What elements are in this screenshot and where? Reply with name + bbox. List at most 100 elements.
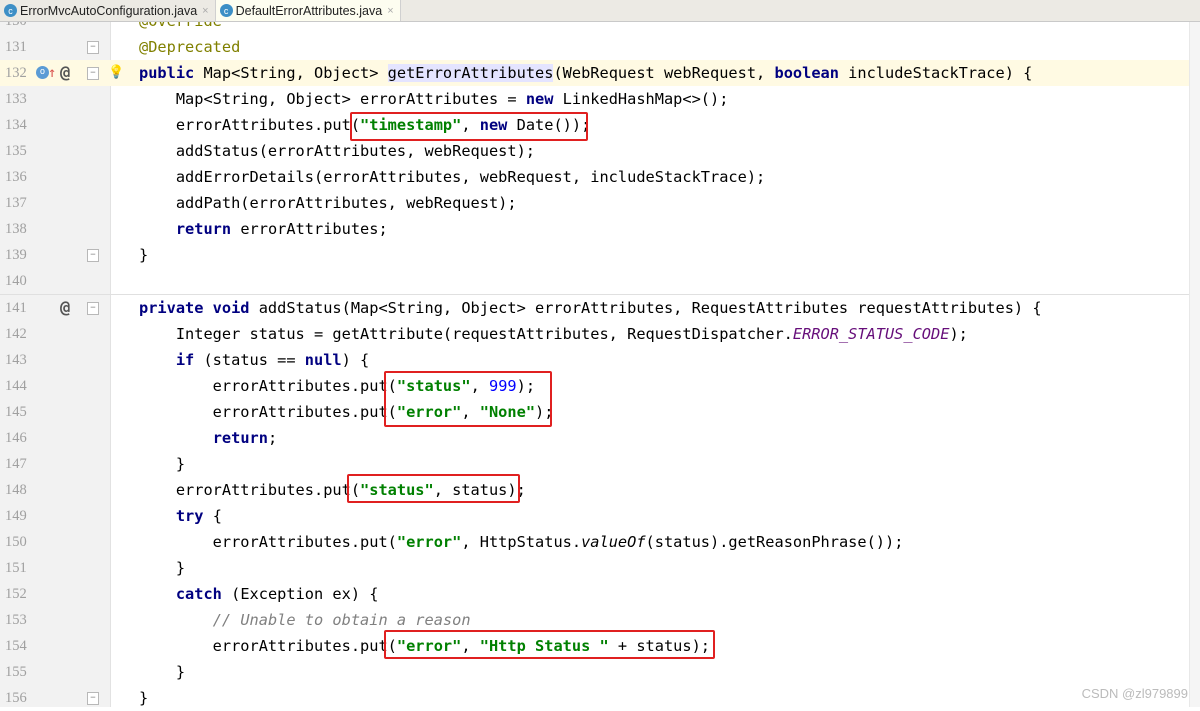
fold-icon[interactable]: − (87, 249, 99, 262)
highlight-box-status-error-none (384, 371, 552, 427)
code-line[interactable]: 138 return errorAttributes; (0, 216, 1200, 242)
code-text: if (status == null) { (139, 347, 369, 373)
highlight-box-status (347, 474, 520, 503)
vertical-scrollbar[interactable] (1189, 22, 1200, 707)
code-token: private void (139, 299, 250, 317)
line-number: 150 (5, 534, 27, 550)
code-token: ERROR_STATUS_CODE (792, 325, 950, 343)
line-number: 142 (5, 326, 27, 342)
code-line[interactable]: 142 Integer status = getAttribute(reques… (0, 321, 1200, 347)
code-line[interactable]: 145 errorAttributes.put("error", "None")… (0, 399, 1200, 425)
line-number: 156 (5, 690, 27, 706)
code-token: ; (267, 429, 278, 447)
fold-icon[interactable]: − (87, 302, 99, 315)
annotation-icon[interactable]: @ (60, 295, 70, 321)
code-line[interactable]: 152 catch (Exception ex) { (0, 581, 1200, 607)
code-text: catch (Exception ex) { (139, 581, 379, 607)
code-line[interactable]: 149 try { (0, 503, 1200, 529)
annotation-icon[interactable]: @ (60, 60, 70, 86)
code-line[interactable]: 139 −} (0, 242, 1200, 268)
class-icon: c (4, 4, 17, 17)
code-token: } (139, 663, 186, 681)
line-number: 151 (5, 560, 27, 576)
code-token: getErrorAttributes (387, 64, 554, 82)
code-token: errorAttributes.put( (139, 637, 397, 655)
code-editor[interactable]: 130@Override131−@Deprecated132o↑@💡−publi… (0, 8, 1200, 711)
code-line[interactable]: 134 errorAttributes.put("timestamp", new… (0, 112, 1200, 138)
code-token: errorAttributes.put( (139, 533, 397, 551)
line-number: 134 (5, 117, 27, 133)
code-text: public Map<String, Object> getErrorAttri… (139, 60, 1032, 86)
lightbulb-icon[interactable]: 💡 (108, 60, 124, 86)
code-text: } (139, 659, 185, 685)
code-line[interactable]: 156 −} (0, 685, 1200, 711)
code-token: catch (175, 585, 222, 603)
fold-icon[interactable]: − (87, 692, 99, 705)
code-text: } (139, 242, 148, 268)
code-text: return errorAttributes; (139, 216, 388, 242)
fold-icon[interactable]: − (87, 67, 99, 80)
code-line[interactable]: 131 − @Deprecated (0, 34, 1200, 60)
code-token: ); (949, 325, 968, 343)
code-line[interactable]: 132 o ↑ @ 💡 − public Map<String, Object> getEr… (0, 60, 1200, 86)
code-line[interactable]: 144 errorAttributes.put("status", 999); (0, 373, 1200, 399)
code-token: Integer status = getAttribute(requestAtt… (139, 325, 793, 343)
fold-icon[interactable]: − (87, 41, 99, 54)
line-number: 137 (5, 195, 27, 211)
code-text: addStatus(errorAttributes, webRequest); (139, 138, 535, 164)
code-line[interactable]: 141 @ − private void addStatus(Map<String, … (0, 295, 1200, 321)
code-text: } (139, 685, 148, 711)
code-text: private void addStatus(Map<String, Objec… (139, 295, 1042, 321)
code-text: Integer status = getAttribute(requestAtt… (139, 321, 968, 347)
code-token: boolean (774, 64, 839, 82)
editor-tabs: c ErrorMvcAutoConfiguration.java × c Def… (0, 0, 1200, 22)
code-line[interactable]: 136 addErrorDetails(errorAttributes, web… (0, 164, 1200, 190)
code-token: { (203, 507, 222, 525)
close-icon[interactable]: × (202, 5, 208, 17)
code-line[interactable]: 155 } (0, 659, 1200, 685)
code-line[interactable]: 146 return; (0, 425, 1200, 451)
code-token: , HttpStatus. (461, 533, 582, 551)
line-number: 152 (5, 586, 27, 602)
line-number: 155 (5, 664, 27, 680)
code-token: (Exception ex) { (221, 585, 379, 603)
line-number: 135 (5, 143, 27, 159)
code-line[interactable]: 147 } (0, 451, 1200, 477)
code-token: "error" (396, 533, 462, 551)
code-token: addPath(errorAttributes, webRequest); (139, 194, 517, 212)
tab-error-mvc-auto-configuration[interactable]: c ErrorMvcAutoConfiguration.java × (0, 0, 216, 21)
code-token: addStatus(Map<String, Object> errorAttri… (249, 299, 1042, 317)
code-token: valueOf (581, 533, 646, 551)
tab-label: DefaultErrorAttributes.java (235, 3, 383, 18)
code-line[interactable]: 137 addPath(errorAttributes, webRequest)… (0, 190, 1200, 216)
line-number: 154 (5, 638, 27, 654)
highlight-box-timestamp (350, 112, 588, 141)
code-token: } (139, 246, 149, 264)
code-token: addErrorDetails(errorAttributes, webRequ… (139, 168, 766, 186)
code-token: errorAttributes.put( (139, 403, 397, 421)
code-token: ) { (341, 351, 370, 369)
line-number: 149 (5, 508, 27, 524)
code-line[interactable]: 140 (0, 268, 1200, 295)
line-number: 141 (5, 300, 27, 316)
code-line[interactable]: 135 addStatus(errorAttributes, webReques… (0, 138, 1200, 164)
tab-default-error-attributes[interactable]: c DefaultErrorAttributes.java × (215, 0, 401, 21)
code-line[interactable]: 133 Map<String, Object> errorAttributes … (0, 86, 1200, 112)
code-token: return (175, 220, 232, 238)
line-number: 153 (5, 612, 27, 628)
line-number: 138 (5, 221, 27, 237)
code-token: Map<String, Object> (194, 64, 388, 82)
code-token: addStatus(errorAttributes, webRequest); (139, 142, 536, 160)
class-icon: c (219, 4, 233, 17)
close-icon[interactable]: × (387, 5, 393, 17)
code-line[interactable]: 151 } (0, 555, 1200, 581)
arrow-up-icon[interactable]: ↑ (48, 60, 56, 86)
code-line[interactable]: 143 if (status == null) { (0, 347, 1200, 373)
code-token: errorAttributes.put( (139, 116, 361, 134)
code-line[interactable]: 150 errorAttributes.put("error", HttpSta… (0, 529, 1200, 555)
code-token: try (175, 507, 204, 525)
code-line[interactable]: 148 errorAttributes.put("status", status… (0, 477, 1200, 503)
